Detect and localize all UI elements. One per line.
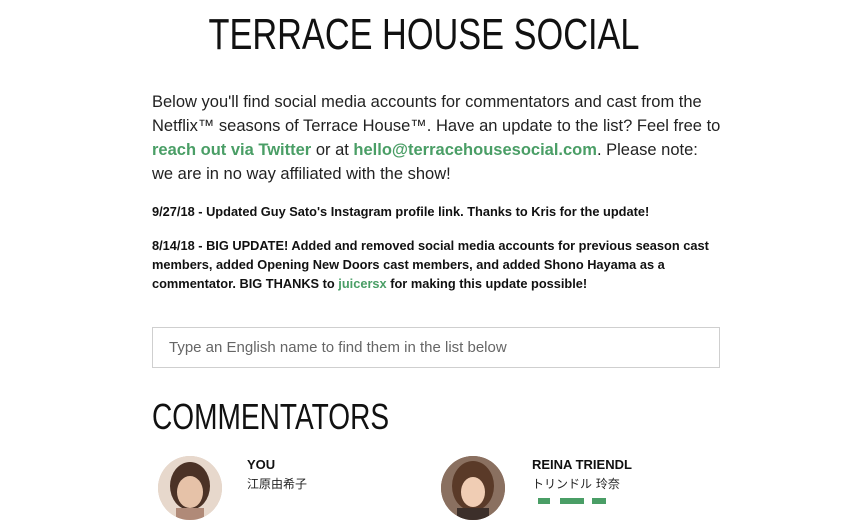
avatar [441, 456, 505, 520]
update-note: 8/14/18 - BIG UPDATE! Added and removed … [152, 236, 732, 293]
person-name: REINA TRIENDL [532, 457, 632, 472]
update-text-2: for making this update possible! [386, 276, 588, 291]
email-link[interactable]: hello@terracehousesocial.com [353, 141, 597, 159]
social-links-icon[interactable] [538, 494, 608, 504]
person-name: YOU [247, 457, 276, 472]
update-note: 9/27/18 - Updated Guy Sato's Instagram p… [152, 204, 650, 219]
avatar [158, 456, 222, 520]
section-heading-commentators: COMMENTATORS [152, 396, 390, 437]
intro-text-1: Below you'll find social media accounts … [152, 93, 721, 135]
search-input[interactable] [152, 327, 720, 368]
intro-text-2: or at [311, 141, 354, 159]
juicersx-link[interactable]: juicersx [338, 276, 386, 291]
person-jp-name: トリンドル 玲奈 [532, 477, 620, 491]
page-title: TERRACE HOUSE SOCIAL [208, 10, 640, 59]
intro-paragraph: Below you'll find social media accounts … [152, 90, 722, 186]
person-jp-name: 江原由希子 [247, 477, 308, 491]
twitter-link[interactable]: reach out via Twitter [152, 141, 311, 159]
